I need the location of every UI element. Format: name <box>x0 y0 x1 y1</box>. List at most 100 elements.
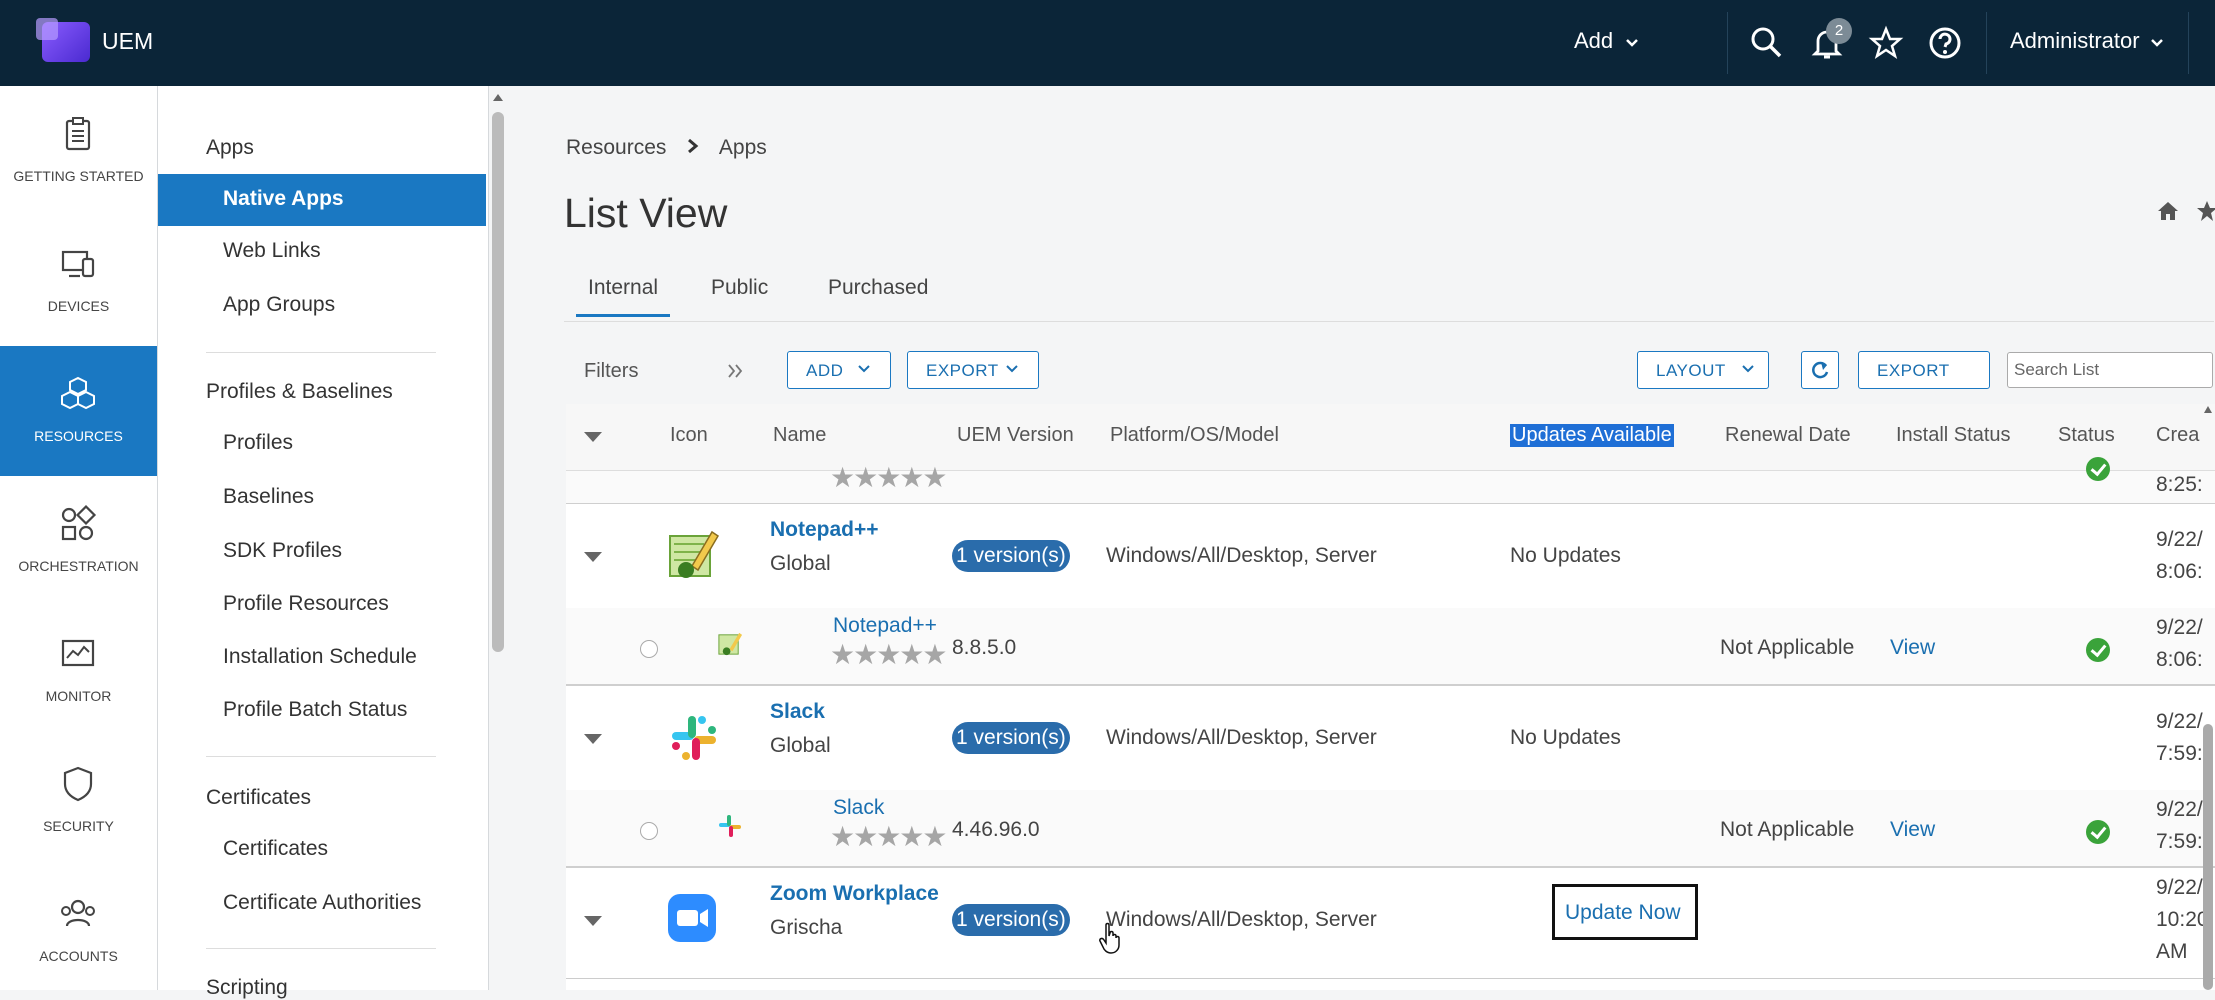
subnav-item-label: Profiles <box>223 431 294 454</box>
view-link[interactable]: View <box>1890 636 1935 660</box>
version-number: 8.8.5.0 <box>952 636 1017 659</box>
table-row-app[interactable]: Zoom Workplace Grischa 1 version(s) Wind… <box>566 868 2215 979</box>
app-org: Global <box>770 552 831 575</box>
scroll-up-icon[interactable] <box>2203 404 2213 414</box>
subnav-item-sdk-profiles[interactable]: SDK Profiles <box>158 526 488 578</box>
nav-accounts[interactable]: ACCOUNTS <box>0 866 157 996</box>
subnav-item-app-groups[interactable]: App Groups <box>158 280 488 332</box>
nav-monitor[interactable]: MONITOR <box>0 606 157 736</box>
column-header-status[interactable]: Status <box>2058 424 2115 447</box>
subnav-item-label: Baselines <box>223 485 315 508</box>
table-row-version[interactable]: Notepad++ ★★★★★ 8.8.5.0 Not Applicable V… <box>566 608 2215 686</box>
user-menu[interactable]: Administrator <box>2010 28 2164 54</box>
nav-getting-started[interactable]: GETTING STARTED <box>0 86 157 216</box>
subnav-item-baselines[interactable]: Baselines <box>158 472 488 524</box>
help-icon[interactable] <box>1926 24 1964 62</box>
subnav-item-label: Profile Resources <box>223 592 389 615</box>
row-select-radio[interactable] <box>640 822 658 840</box>
nav-security[interactable]: SECURITY <box>0 736 157 866</box>
expand-row-toggle[interactable] <box>584 916 602 926</box>
page-title: List View <box>564 190 728 236</box>
tab-public[interactable]: Public <box>711 276 768 300</box>
refresh-button[interactable] <box>1801 351 1839 389</box>
section-title-certificates: Certificates <box>206 786 312 809</box>
subnav-item-native-apps[interactable]: Native Apps <box>158 174 486 226</box>
table-row-app[interactable]: Notepad++ Global 1 version(s) Windows/Al… <box>566 504 2215 609</box>
layout-button[interactable]: LAYOUT <box>1637 351 1769 389</box>
column-header-created[interactable]: Crea <box>2156 424 2199 447</box>
uem-logo[interactable] <box>36 18 90 62</box>
update-now-link[interactable]: Update Now <box>1565 901 1681 925</box>
nav-resources[interactable]: RESOURCES <box>0 346 157 476</box>
monitor-icon <box>61 639 95 667</box>
app-org: Global <box>770 734 831 757</box>
table-scrollbar[interactable] <box>2203 404 2213 990</box>
export-button-label: EXPORT <box>1877 361 1950 380</box>
nav-devices[interactable]: DEVICES <box>0 216 157 346</box>
double-chevron-right-icon[interactable] <box>726 362 744 380</box>
row-select-radio[interactable] <box>640 640 658 658</box>
subnav-item-certificates[interactable]: Certificates <box>158 824 488 876</box>
star-icon[interactable] <box>2196 200 2215 222</box>
version-name-link[interactable]: Slack <box>833 796 884 820</box>
column-header-renewal-date[interactable]: Renewal Date <box>1725 424 1851 447</box>
tab-internal[interactable]: Internal <box>576 276 671 317</box>
export-dropdown-button[interactable]: EXPORT <box>907 351 1039 389</box>
created-time: 8:06: <box>2156 560 2203 583</box>
app-name-link[interactable]: Slack <box>770 700 825 724</box>
column-header-icon[interactable]: Icon <box>670 424 708 447</box>
orchestration-icon <box>61 504 97 541</box>
column-header-platform[interactable]: Platform/OS/Model <box>1110 424 1279 447</box>
search-input[interactable] <box>2007 352 2213 388</box>
search-icon[interactable] <box>1748 24 1786 62</box>
app-name-link[interactable]: Zoom Workplace <box>770 882 939 906</box>
subnav-item-profiles[interactable]: Profiles <box>158 418 488 470</box>
table-row-app[interactable]: Slack Global 1 version(s) Windows/All/De… <box>566 686 2215 791</box>
versions-badge[interactable]: 1 version(s) <box>952 540 1070 572</box>
filters-label: Filters <box>584 360 639 382</box>
subnav-item-installation-schedule[interactable]: Installation Schedule <box>158 632 488 684</box>
subnav-scrollbar[interactable] <box>492 92 504 658</box>
export-button[interactable]: EXPORT <box>1858 351 1990 389</box>
subnav-item-label: SDK Profiles <box>223 539 343 562</box>
subnav-item-certificate-authorities[interactable]: Certificate Authorities <box>158 878 488 930</box>
platform-text: Windows/All/Desktop, Server <box>1106 908 1377 931</box>
breadcrumb-resources[interactable]: Resources <box>566 136 666 159</box>
chevron-down-icon <box>1626 39 1639 47</box>
subnav-item-profile-resources[interactable]: Profile Resources <box>158 579 488 631</box>
column-header-install-status[interactable]: Install Status <box>1896 424 2011 447</box>
subnav-item-profile-batch-status[interactable]: Profile Batch Status <box>158 685 488 737</box>
home-icon[interactable] <box>2156 200 2180 222</box>
column-header-name[interactable]: Name <box>773 424 826 447</box>
star-icon[interactable] <box>1867 24 1905 62</box>
section-title-profiles: Profiles & Baselines <box>206 380 393 403</box>
scroll-up-icon[interactable] <box>492 92 504 102</box>
expand-row-toggle[interactable] <box>584 734 602 744</box>
version-name-link[interactable]: Notepad++ <box>833 614 937 638</box>
notification-badge: 2 <box>1826 18 1852 44</box>
add-button-label: ADD <box>806 361 844 380</box>
scrollbar-thumb[interactable] <box>2203 724 2213 990</box>
divider <box>206 352 436 353</box>
nav-orchestration[interactable]: ORCHESTRATION <box>0 476 157 606</box>
view-link[interactable]: View <box>1890 818 1935 842</box>
table-row-version[interactable]: Slack ★★★★★ 4.46.96.0 Not Applicable Vie… <box>566 790 2215 868</box>
expand-row-toggle[interactable] <box>584 552 602 562</box>
column-header-uem-version[interactable]: UEM Version <box>957 424 1074 447</box>
divider <box>206 948 436 949</box>
add-button[interactable]: ADD <box>787 351 891 389</box>
scrollbar-thumb[interactable] <box>492 112 504 652</box>
update-now-highlight[interactable]: Update Now <box>1552 884 1698 940</box>
add-menu[interactable]: Add <box>1574 28 1639 54</box>
created-date: 9/22/ <box>2156 798 2203 821</box>
subnav-item-web-links[interactable]: Web Links <box>158 226 488 278</box>
filters-toggle[interactable]: Filters <box>584 360 638 383</box>
subnav-item-label: Certificate Authorities <box>223 891 422 914</box>
subnav-item-label: Web Links <box>223 239 321 262</box>
app-name-link[interactable]: Notepad++ <box>770 518 879 542</box>
expand-all-toggle[interactable] <box>584 432 602 442</box>
versions-badge[interactable]: 1 version(s) <box>952 722 1070 754</box>
versions-badge[interactable]: 1 version(s) <box>952 904 1070 936</box>
column-header-updates-available[interactable]: Updates Available <box>1510 424 1674 447</box>
tab-purchased[interactable]: Purchased <box>828 276 928 300</box>
